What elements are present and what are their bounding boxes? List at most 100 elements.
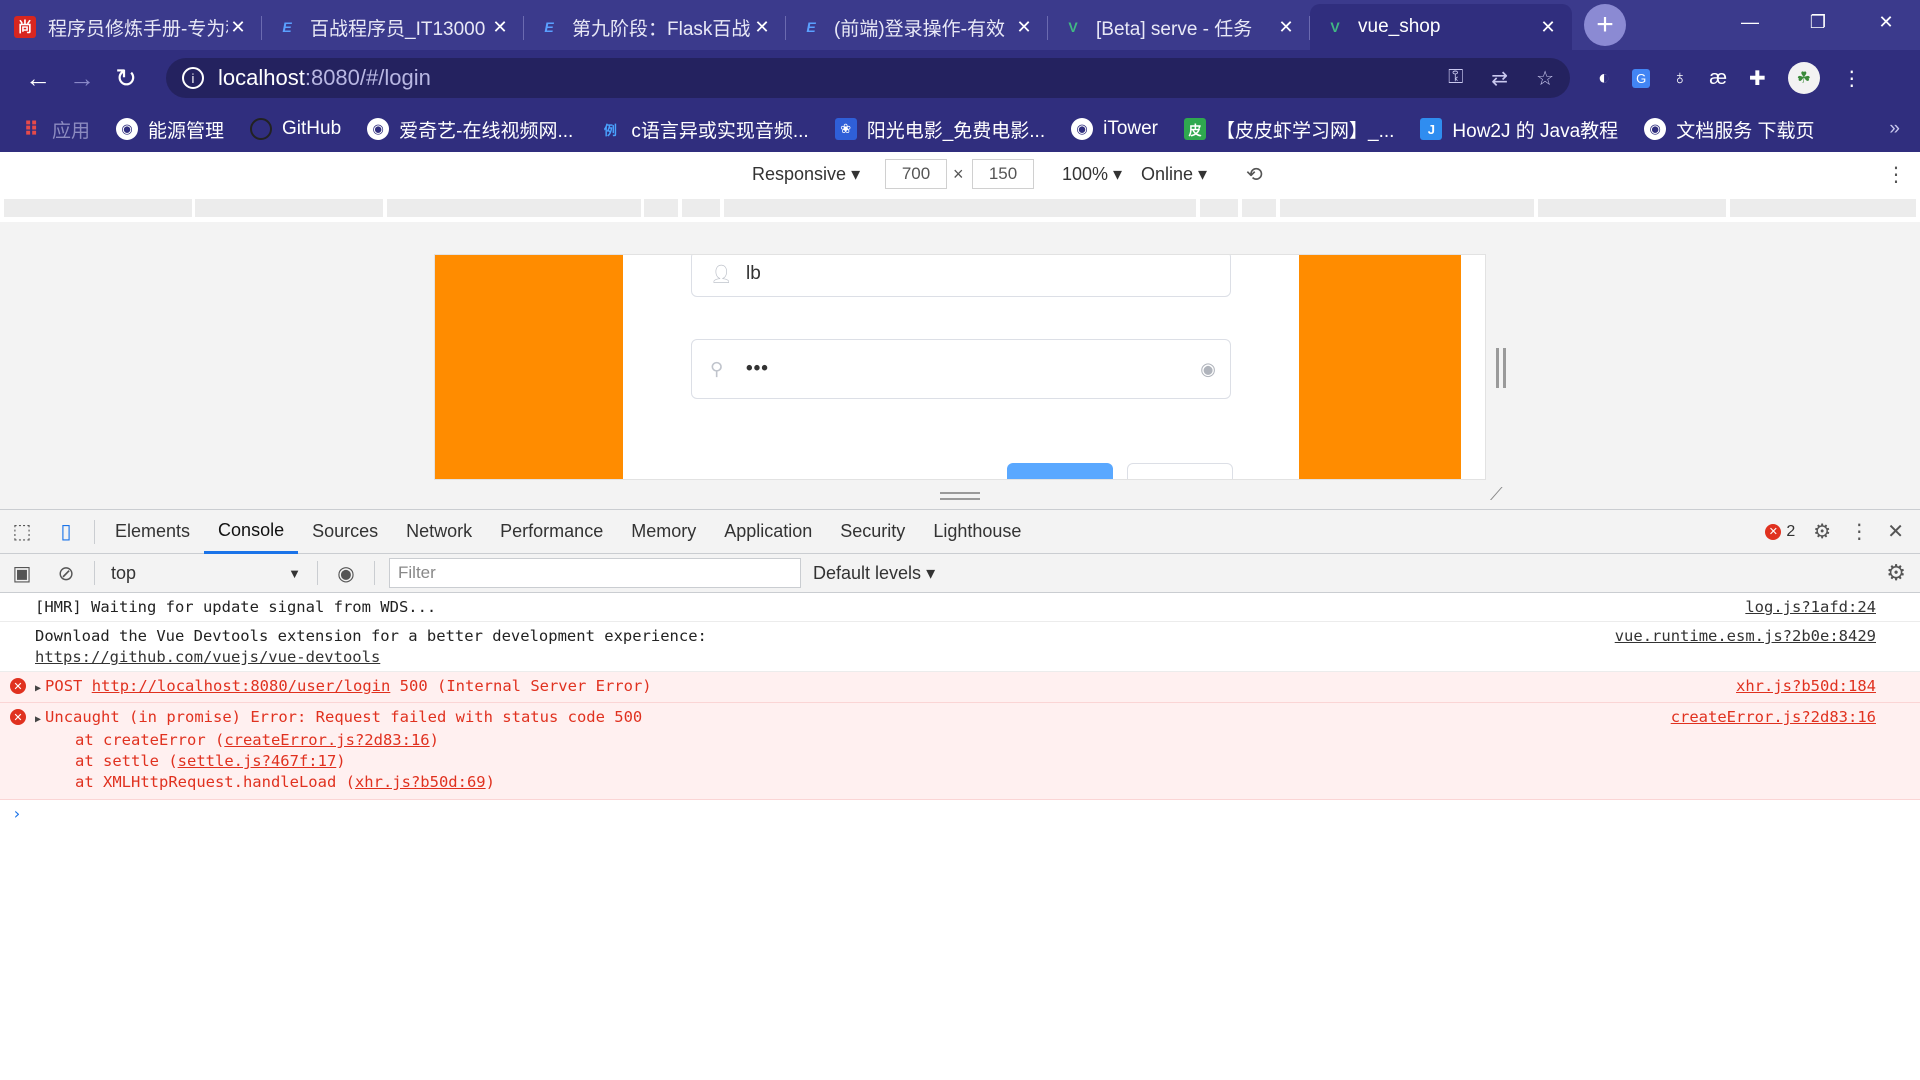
stack-frame-link[interactable]: createError.js?2d83:16	[224, 731, 429, 749]
bookmark-item[interactable]: 皮【皮皮虾学习网】_...	[1184, 116, 1394, 143]
settings-gear-icon[interactable]: ⚙	[1813, 519, 1831, 544]
bookmark-item[interactable]: ◉ 能源管理	[116, 116, 224, 143]
tab-memory[interactable]: Memory	[617, 510, 710, 554]
menu-kebab-icon[interactable]: ⋮	[1842, 66, 1862, 91]
console-prompt[interactable]: ›	[0, 800, 1920, 823]
bookmark-item[interactable]: J How2J 的 Java教程	[1420, 116, 1618, 143]
devtools-kebab-icon[interactable]: ⋮	[1849, 519, 1869, 544]
context-selector[interactable]: top ▼	[101, 563, 311, 584]
bookmark-item[interactable]: 例 c语言异或实现音频...	[599, 116, 809, 143]
tab-performance[interactable]: Performance	[486, 510, 617, 554]
translate-icon[interactable]: ⇄	[1491, 66, 1508, 91]
expand-triangle-icon[interactable]: ▶	[35, 683, 41, 694]
expand-triangle-icon[interactable]: ▶	[35, 714, 41, 725]
console-error-message[interactable]: ✕ ▶ Uncaught (in promise) Error: Request …	[0, 703, 1920, 800]
puzzle-icon[interactable]: ✚	[1749, 66, 1766, 91]
throttling-dropdown[interactable]: Online ▾	[1141, 164, 1207, 185]
ae-icon[interactable]: æ	[1709, 67, 1727, 90]
star-icon[interactable]: ☆	[1536, 66, 1554, 91]
username-field[interactable]: 👤︎ lb	[691, 255, 1231, 297]
bookmark-apps[interactable]: ⠿ 应用	[20, 116, 90, 143]
bookmark-item[interactable]: ❀ 阳光电影_免费电影...	[834, 116, 1045, 143]
log-levels-dropdown[interactable]: Default levels ▾	[813, 563, 935, 584]
message-source-link[interactable]: xhr.js?b50d:184	[1736, 676, 1876, 697]
eye-icon[interactable]: ◉	[1200, 359, 1216, 380]
rotate-icon[interactable]: ⟲	[1246, 162, 1263, 187]
bookmark-item[interactable]: ◉ iTower	[1071, 118, 1158, 140]
new-tab-button[interactable]: +	[1584, 4, 1626, 46]
tab-sources[interactable]: Sources	[298, 510, 392, 554]
reload-icon[interactable]: ↻	[106, 58, 146, 98]
clear-console-icon[interactable]: ⊘	[44, 561, 88, 586]
forward-arrow-icon[interactable]: →	[62, 58, 102, 98]
password-field[interactable]: ⚲ ••• ◉	[691, 339, 1231, 399]
devtools-link[interactable]: https://github.com/vuejs/vue-devtools	[35, 648, 380, 666]
console-error-message[interactable]: ✕ ▶ POST http://localhost:8080/user/login…	[0, 672, 1920, 703]
sidebar-toggle-icon[interactable]: ▣	[0, 561, 44, 586]
tab-close-icon[interactable]: ✕	[228, 17, 248, 38]
chevron-double-right-icon[interactable]: »	[1889, 118, 1900, 140]
device-toolbar-icon[interactable]: ▯	[44, 519, 88, 544]
message-source-link[interactable]: createError.js?2d83:16	[1671, 707, 1876, 728]
bookmark-item[interactable]: ◉ 爱奇艺-在线视频网...	[367, 116, 573, 143]
tab-console[interactable]: Console	[204, 510, 299, 554]
key-icon[interactable]: ⚿	[1448, 66, 1463, 91]
error-counter[interactable]: ✕ 2	[1765, 523, 1795, 541]
tab-close-icon[interactable]: ✕	[1276, 17, 1296, 38]
google-translate-icon[interactable]: G	[1632, 68, 1651, 88]
viewport-width-input[interactable]: 700	[885, 159, 947, 189]
browser-tab[interactable]: E 第九阶段：Flask百战 ✕	[524, 4, 786, 50]
browser-tab[interactable]: E 百战程序员_IT13000 ✕	[262, 4, 524, 50]
address-bar[interactable]: i localhost:8080/#/login ⚿ ⇄ ☆	[166, 58, 1570, 98]
console-settings-gear-icon[interactable]: ⚙	[1886, 560, 1906, 586]
inspect-element-icon[interactable]: ⬚	[0, 519, 44, 544]
minimize-icon[interactable]: —	[1716, 0, 1784, 44]
globe-icon: ◉	[1071, 118, 1094, 140]
tab-application[interactable]: Application	[710, 510, 826, 554]
console-message: [HMR] Waiting for update signal from WDS…	[0, 593, 1920, 622]
message-source-link[interactable]: vue.runtime.esm.js?2b0e:8429	[1615, 626, 1876, 647]
bookmark-item[interactable]: GitHub	[250, 118, 341, 140]
viewport-height-input[interactable]: 150	[972, 159, 1034, 189]
resize-handle-right[interactable]	[1496, 348, 1506, 388]
tab-close-icon[interactable]: ✕	[1014, 17, 1034, 38]
tab-close-icon[interactable]: ✕	[1538, 17, 1558, 38]
tab-close-icon[interactable]: ✕	[752, 17, 772, 38]
device-mode-dropdown[interactable]: Responsive ▾	[752, 164, 860, 185]
close-devtools-icon[interactable]: ✕	[1887, 519, 1904, 544]
message-source-link[interactable]: log.js?1afd:24	[1745, 597, 1876, 618]
tab-elements[interactable]: Elements	[101, 510, 204, 554]
browser-tab-active[interactable]: V vue_shop ✕	[1310, 4, 1572, 50]
zoom-dropdown[interactable]: 100% ▾	[1062, 164, 1122, 185]
close-window-icon[interactable]: ✕	[1852, 0, 1920, 44]
throttling-label: Online	[1141, 163, 1194, 184]
resize-handle-bottom[interactable]	[940, 492, 980, 500]
stack-frame-link[interactable]: xhr.js?b50d:69	[355, 773, 486, 791]
context-label: top	[111, 562, 137, 583]
tab-close-icon[interactable]: ✕	[490, 17, 510, 38]
console-filter-input[interactable]: Filter	[389, 558, 801, 588]
stack-frame-link[interactable]: settle.js?467f:17	[178, 752, 337, 770]
tab-security[interactable]: Security	[826, 510, 919, 554]
reset-button[interactable]	[1127, 463, 1233, 479]
browser-tab[interactable]: 尚 程序员修炼手册-专为程序员打造 ✕	[0, 4, 262, 50]
user-icon: 👤︎	[710, 263, 733, 284]
live-expression-eye-icon[interactable]: ◉	[324, 561, 368, 586]
browser-tab[interactable]: E (前端)登录操作-有效 ✕	[786, 4, 1048, 50]
device-menu-kebab-icon[interactable]: ⋮	[1886, 162, 1906, 187]
extension-icon[interactable]: ◐	[1598, 67, 1610, 90]
bookmark-item[interactable]: ◉ 文档服务 下载页	[1644, 116, 1814, 143]
browser-tab[interactable]: V [Beta] serve - 任务 ✕	[1048, 4, 1310, 50]
login-button[interactable]	[1007, 463, 1113, 479]
media-query-bars[interactable]	[0, 196, 1920, 222]
restore-icon[interactable]: ❐	[1784, 0, 1852, 44]
tab-lighthouse[interactable]: Lighthouse	[919, 510, 1035, 554]
profile-avatar[interactable]: ☘	[1787, 62, 1820, 94]
request-status: 500 (Internal Server Error)	[399, 677, 652, 695]
bulb-icon[interactable]: ♁	[1672, 67, 1687, 90]
tab-network[interactable]: Network	[392, 510, 486, 554]
request-url-link[interactable]: http://localhost:8080/user/login	[92, 677, 391, 695]
site-info-icon[interactable]: i	[182, 67, 204, 89]
resize-corner-icon[interactable]: ⟋	[1490, 484, 1503, 505]
back-arrow-icon[interactable]: ←	[18, 58, 58, 98]
